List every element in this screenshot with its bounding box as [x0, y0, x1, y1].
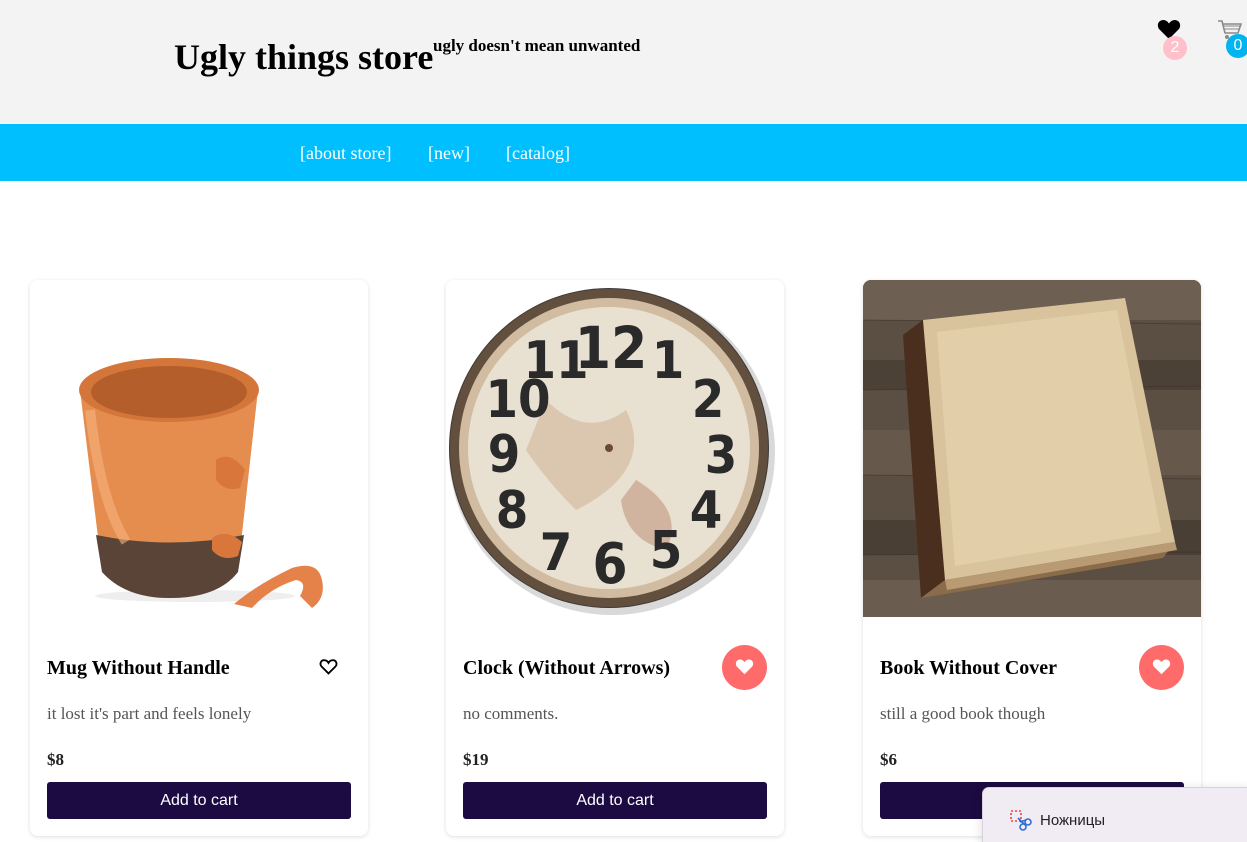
like-button[interactable]	[306, 645, 351, 690]
product-card: Book Without Cover still a good book tho…	[863, 280, 1201, 836]
product-name: Book Without Cover	[880, 657, 1058, 679]
clock-number: 6	[592, 532, 627, 597]
clock-number: 9	[488, 425, 521, 485]
product-price: $8	[47, 750, 64, 769]
store-tagline: ugly doesn't mean unwanted	[433, 36, 641, 55]
add-to-cart-button[interactable]: Add to cart	[463, 782, 767, 819]
main-nav: [about store] [new] [catalog]	[0, 124, 1247, 181]
clock-number: 3	[705, 426, 738, 486]
heart-icon	[1152, 659, 1171, 675]
scissors-icon	[1010, 810, 1032, 831]
clock-number: 1	[652, 331, 685, 391]
product-card: 12 1 2 3 4 5 6 7 8 9 10 11 Clock (Withou…	[446, 280, 784, 836]
nav-link-catalog[interactable]: [catalog]	[506, 142, 570, 164]
cart-count-badge: 0	[1226, 34, 1247, 58]
product-description: it lost it's part and feels lonely	[47, 704, 252, 723]
product-price: $19	[463, 750, 489, 769]
like-button[interactable]	[1139, 645, 1184, 690]
clock-number: 4	[690, 481, 723, 541]
product-image-book	[863, 280, 1201, 617]
product-price: $6	[880, 750, 897, 769]
add-to-cart-button[interactable]: Add to cart	[47, 782, 351, 819]
product-image-clock: 12 1 2 3 4 5 6 7 8 9 10 11	[446, 280, 784, 617]
snipping-tool-label: Ножницы	[1040, 812, 1106, 829]
like-button[interactable]	[722, 645, 767, 690]
product-card: Mug Without Handle it lost it's part and…	[30, 280, 368, 836]
product-description: still a good book though	[880, 704, 1046, 723]
clock-number: 5	[650, 521, 683, 581]
product-name: Mug Without Handle	[47, 657, 230, 679]
nav-link-about-store[interactable]: [about store]	[300, 142, 391, 164]
site-header: Ugly things store ugly doesn't mean unwa…	[0, 0, 1247, 124]
favorites-button[interactable]: 2	[1155, 16, 1189, 60]
product-name: Clock (Without Arrows)	[463, 657, 671, 679]
nav-link-new[interactable]: [new]	[428, 142, 470, 164]
favorites-count-badge: 2	[1163, 36, 1187, 60]
store-title: Ugly things store	[174, 37, 434, 77]
clock-number: 7	[540, 523, 573, 583]
clock-number: 11	[523, 331, 588, 391]
clock-number: 8	[496, 481, 529, 541]
clock-number: 2	[692, 370, 725, 430]
heart-icon	[735, 659, 754, 675]
product-description: no comments.	[463, 704, 559, 723]
snipping-tool-popup[interactable]: Ножницы	[982, 787, 1247, 842]
cart-button[interactable]: 0	[1215, 16, 1247, 58]
heart-outline-icon	[319, 659, 338, 675]
product-image-mug	[30, 280, 368, 617]
